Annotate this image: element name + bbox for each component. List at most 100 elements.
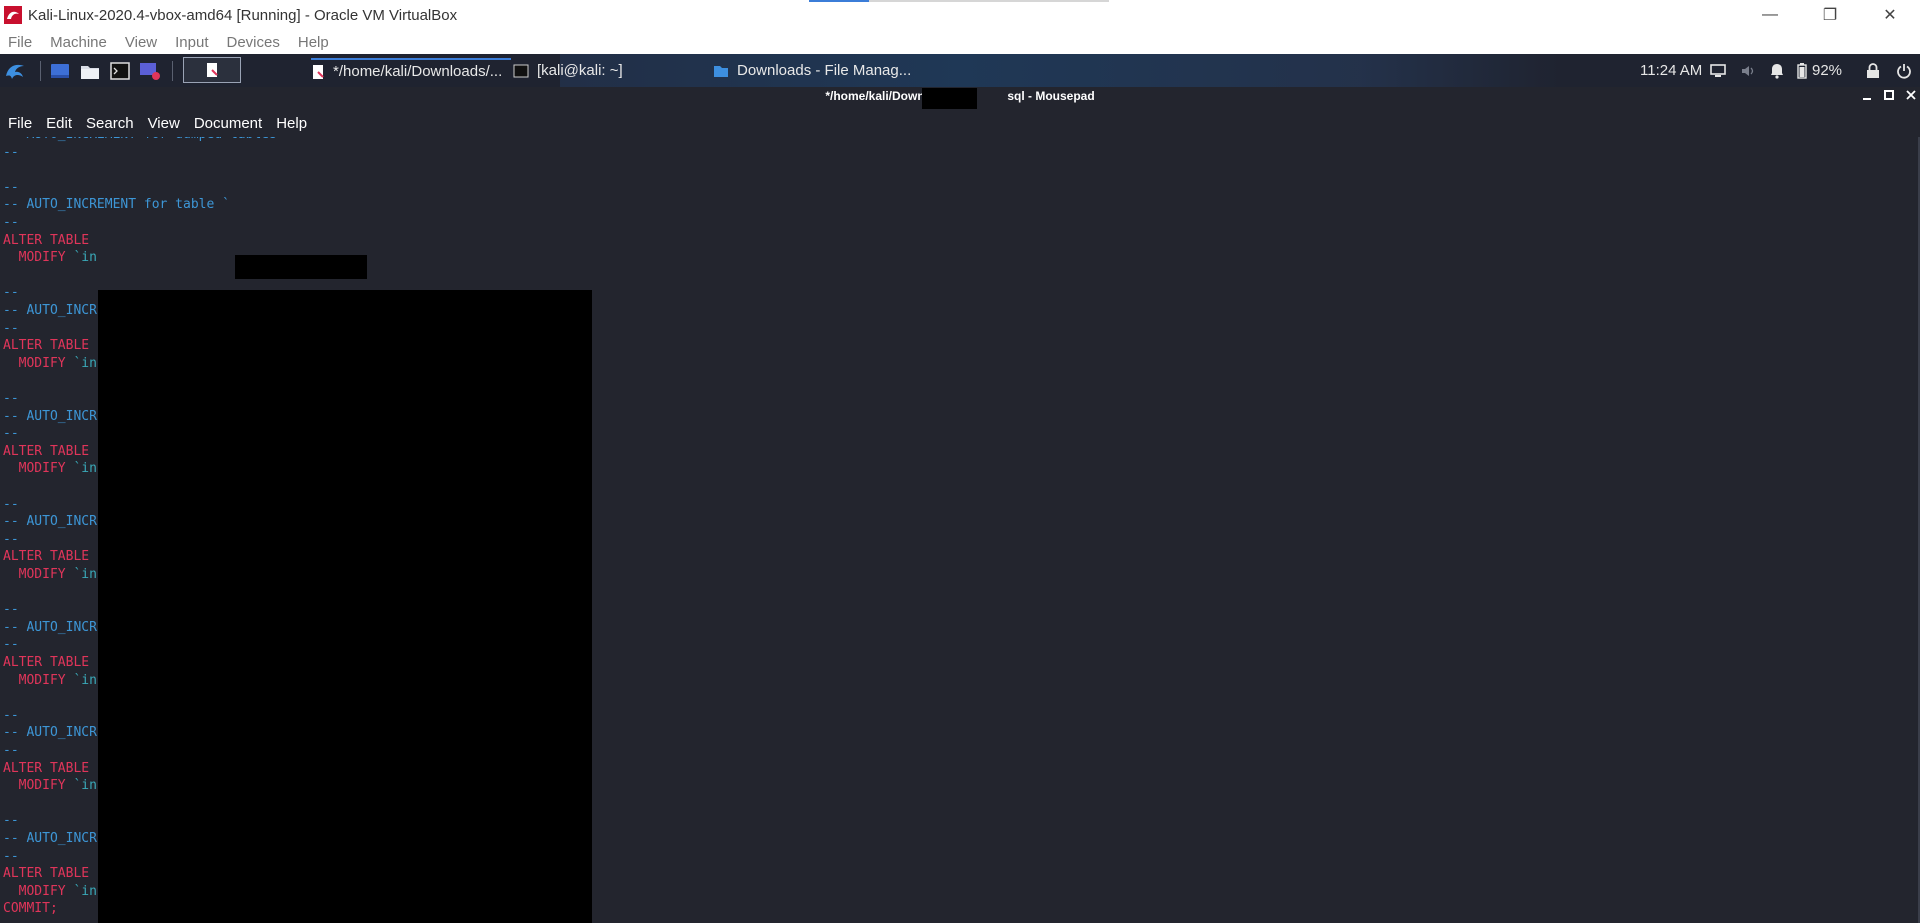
code-identifier: `in	[73, 778, 97, 794]
power-icon	[1897, 63, 1911, 79]
mousepad-minimize-button[interactable]	[1862, 89, 1872, 104]
mousepad-maximize-button[interactable]	[1884, 89, 1894, 104]
terminal-icon	[110, 62, 130, 80]
code-identifier: `in	[73, 567, 97, 582]
code-text: MODIFY `in	[3, 778, 97, 793]
power-button[interactable]	[1896, 54, 1912, 87]
code-line: ALTER TABLE	[3, 232, 90, 248]
maximize-icon	[1884, 90, 1894, 100]
code-keyword: MODIFY	[3, 567, 74, 582]
bell-icon	[1771, 63, 1783, 79]
code-line: --	[3, 285, 19, 301]
code-line: -- AUTO_INCR	[3, 831, 97, 846]
menu-document[interactable]: Document	[194, 115, 262, 132]
task-file-manager[interactable]: Downloads - File Manag...	[713, 58, 933, 83]
battery-indicator[interactable]: 92%	[1797, 54, 1842, 87]
code-text: MODIFY `in	[3, 567, 97, 582]
file-manager-launcher[interactable]	[78, 59, 102, 83]
task-mousepad[interactable]: */home/kali/Downloads/...	[311, 58, 511, 83]
menu-edit[interactable]: Edit	[46, 115, 72, 132]
vb-menu-file[interactable]: File	[8, 34, 32, 51]
code-line: --	[3, 496, 19, 512]
virtualbox-titlebar: Kali-Linux-2020.4-vbox-amd64 [Running] -…	[0, 0, 1920, 30]
code-line: --	[3, 531, 19, 547]
titlebar-progress-indicator	[809, 0, 869, 2]
menu-file[interactable]: File	[8, 115, 32, 132]
volume-muted-icon[interactable]	[1741, 54, 1757, 87]
code-line: --	[3, 426, 19, 442]
code-line: ALTER TABLE	[3, 866, 90, 882]
vb-menu-devices[interactable]: Devices	[227, 34, 280, 51]
display-icon[interactable]	[1710, 54, 1726, 87]
text-editor[interactable]: -- AUTO_INCREMENT for dumped tables-----…	[0, 137, 1920, 923]
code-line: --	[3, 215, 19, 230]
workspace-switcher[interactable]	[183, 57, 241, 83]
code-line: --	[3, 144, 19, 160]
close-icon	[1906, 90, 1916, 100]
code-line: -- AUTO_INCR	[3, 514, 97, 530]
code-text: MODIFY `in	[3, 884, 97, 899]
task-terminal[interactable]: [kali@kali: ~]	[513, 58, 693, 83]
lock-screen-button[interactable]	[1866, 54, 1880, 87]
mousepad-titlebar: */home/kali/Download sql - Mousepad	[0, 87, 1920, 109]
minimize-icon	[1863, 98, 1871, 100]
battery-percent: 92%	[1812, 62, 1843, 79]
kali-applications-menu-button[interactable]	[2, 59, 30, 83]
code-line: --	[3, 743, 19, 758]
title-redaction	[922, 88, 977, 109]
kali-dragon-icon	[6, 64, 24, 79]
code-line: --	[3, 707, 19, 723]
code-line: ALTER TABLE	[3, 549, 90, 565]
code-identifier: `in	[73, 883, 97, 899]
code-line: MODIFY `in	[3, 355, 97, 373]
code-line: --	[3, 602, 19, 618]
code-line: -- AUTO_INCR	[3, 619, 97, 635]
code-line: -- AUTO_INCREMENT for dumped tables	[3, 137, 277, 144]
code-line: COMMIT;	[3, 901, 58, 917]
menu-view[interactable]: View	[148, 115, 180, 132]
title-path-right: sql - Mousepad	[1007, 89, 1095, 103]
virtualbox-menubar: File Machine View Input Devices Help	[0, 30, 1920, 54]
terminal-icon	[513, 64, 529, 77]
folder-icon	[714, 65, 728, 77]
code-identifier: `in	[73, 461, 97, 477]
code-line: MODIFY `in	[3, 566, 97, 584]
vb-menu-input[interactable]: Input	[175, 34, 208, 51]
code-keyword: MODIFY	[3, 250, 74, 266]
code-text: MODIFY `in	[3, 461, 97, 476]
virtualbox-window-title: Kali-Linux-2020.4-vbox-amd64 [Running] -…	[28, 6, 458, 24]
code-keyword: MODIFY	[3, 355, 74, 371]
mousepad-icon	[313, 64, 324, 79]
code-text: MODIFY `in	[3, 250, 97, 265]
code-line: --	[3, 848, 19, 864]
menu-help[interactable]: Help	[276, 115, 307, 132]
code-line: -- AUTO_INCR	[3, 303, 97, 318]
speaker-icon	[1742, 65, 1754, 76]
xfce-top-panel: */home/kali/Downloads/... [kali@kali: ~]…	[0, 54, 1920, 87]
code-keyword: MODIFY	[3, 883, 74, 899]
panel-clock[interactable]: 11:24 AM	[1640, 54, 1702, 87]
terminal-launcher[interactable]	[108, 59, 132, 83]
folder-icon	[81, 66, 99, 79]
display-icon-glyph	[1710, 63, 1726, 77]
panel-separator	[40, 61, 41, 81]
code-identifier: `in	[73, 672, 97, 688]
panel-separator	[172, 61, 173, 81]
close-button[interactable]: ✕	[1860, 0, 1920, 30]
minimize-button[interactable]: —	[1740, 0, 1800, 30]
task-label-mousepad: */home/kali/Downloads/...	[333, 63, 503, 80]
show-desktop-button[interactable]	[48, 59, 72, 83]
screen-recorder-launcher[interactable]	[138, 59, 162, 83]
restore-button[interactable]: ❐	[1800, 0, 1860, 30]
code-keyword: MODIFY	[3, 778, 74, 794]
vb-menu-view[interactable]: View	[125, 34, 157, 51]
menu-search[interactable]: Search	[86, 115, 134, 132]
notifications-icon[interactable]	[1770, 54, 1784, 87]
mousepad-close-button[interactable]	[1906, 89, 1916, 104]
code-line: --	[3, 637, 19, 653]
lock-icon	[1867, 62, 1879, 78]
vb-menu-help[interactable]: Help	[298, 34, 329, 51]
mousepad-icon	[207, 63, 218, 77]
code-line: MODIFY `in	[3, 460, 97, 478]
vb-menu-machine[interactable]: Machine	[50, 34, 107, 51]
